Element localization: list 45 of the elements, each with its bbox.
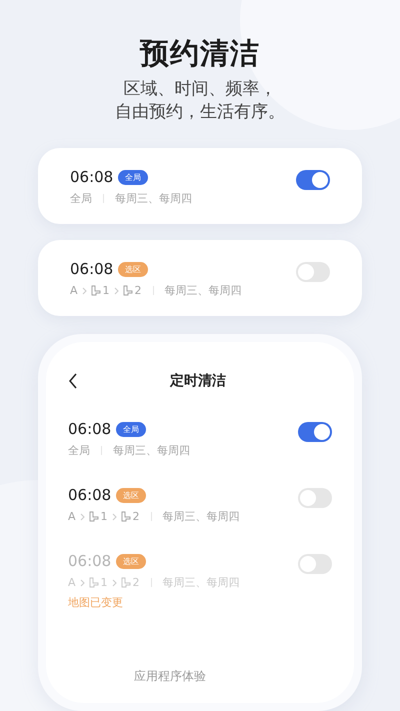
back-icon[interactable]	[68, 373, 78, 389]
subtitle-line: 区域、时间、频率，	[122, 78, 278, 101]
footer-text: 应用程序体验	[133, 668, 207, 685]
chevron-right-icon	[112, 512, 117, 520]
room-icon	[122, 285, 133, 296]
chevron-right-icon	[82, 286, 87, 294]
room-label: 2	[120, 510, 140, 523]
toggle-switch[interactable]	[296, 262, 330, 282]
room-label: 2	[122, 284, 142, 297]
room-icon	[90, 285, 101, 296]
chevron-right-icon	[112, 578, 117, 586]
warning-text: 地图已变更	[68, 595, 124, 610]
repeat-days: 每周三、每周四	[113, 443, 190, 458]
chevron-right-icon	[80, 512, 85, 520]
schedule-time: 06:08	[68, 420, 112, 438]
schedule-time: 06:08	[68, 486, 112, 504]
repeat-days: 每周三、每周四	[164, 283, 242, 298]
room-icon	[88, 511, 99, 522]
mode-tag: 全局	[116, 422, 146, 436]
mode-tag: 选区	[118, 262, 148, 276]
room-icon	[88, 577, 99, 588]
area-label: 全局	[70, 191, 92, 206]
toggle-switch[interactable]	[296, 170, 330, 190]
area-label: A	[70, 284, 78, 297]
mode-tag: 全局	[118, 170, 148, 184]
schedule-time: 06:08	[70, 260, 114, 278]
mode-tag: 选区	[116, 488, 146, 502]
room-label: 1	[88, 510, 108, 523]
room-label: 1	[90, 284, 110, 297]
toggle-switch[interactable]	[298, 488, 332, 508]
repeat-days: 每周三、每周四	[162, 509, 240, 524]
chevron-right-icon	[80, 578, 85, 586]
chevron-right-icon	[114, 286, 119, 294]
toggle-switch[interactable]	[298, 422, 332, 442]
room-icon	[120, 577, 131, 588]
screen-title: 定时清洁	[168, 372, 227, 390]
headline: 预约清洁	[140, 35, 260, 72]
area-label: 全局	[68, 443, 90, 458]
room-icon	[120, 511, 131, 522]
schedule-time: 06:08	[70, 168, 114, 186]
repeat-days: 每周三、每周四	[115, 191, 192, 206]
subtitle-line: 自由预约，生活有序。	[115, 101, 285, 124]
area-label: A	[68, 510, 76, 523]
mode-tag: 选区	[116, 554, 146, 568]
schedule-time: 06:08	[68, 552, 112, 570]
